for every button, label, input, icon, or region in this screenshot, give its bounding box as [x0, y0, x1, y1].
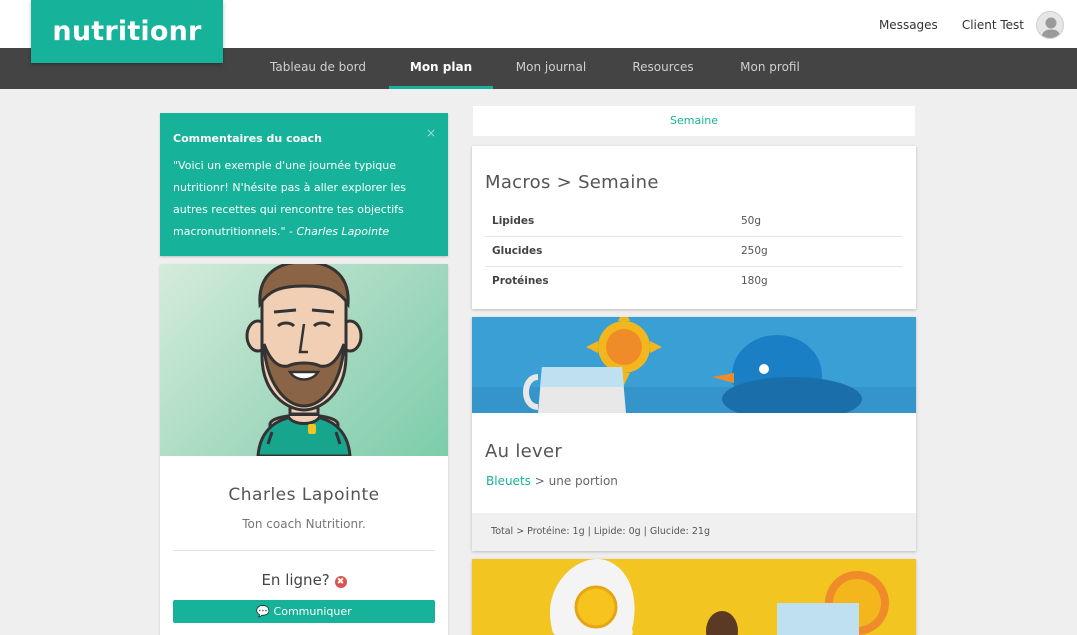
- meal-card: [472, 559, 916, 635]
- coach-avatar: [160, 264, 448, 456]
- meal-image: [472, 559, 916, 635]
- table-row: Protéines 180g: [485, 266, 902, 296]
- communicate-label: Communiquer: [273, 605, 352, 618]
- coach-subtitle: Ton coach Nutritionr.: [242, 517, 366, 531]
- close-icon[interactable]: ×: [426, 126, 436, 140]
- messages-link[interactable]: Messages: [879, 18, 938, 32]
- coach-comment-text: "Voici un exemple d'une journée typique …: [173, 155, 435, 243]
- meal-card: Au lever Bleuets > une portion Total > P…: [472, 317, 916, 551]
- online-status-label: En ligne?: [261, 571, 330, 589]
- chevron-right-icon: >: [534, 474, 545, 488]
- online-status: En ligne? ✖: [160, 571, 448, 589]
- nav-mon-journal[interactable]: Mon journal: [493, 48, 609, 89]
- tab-semaine[interactable]: Semaine: [473, 106, 915, 136]
- table-row: Lipides 50g: [485, 206, 902, 237]
- logo-text: nutritionr: [52, 16, 202, 47]
- food-portion: une portion: [548, 474, 618, 488]
- table-row: Glucides 250g: [485, 236, 902, 267]
- nav-resources[interactable]: Resources: [609, 48, 717, 89]
- user-name-link[interactable]: Client Test: [962, 18, 1024, 32]
- meal-title: Au lever: [485, 441, 563, 462]
- divider: [173, 550, 435, 551]
- macro-name: Protéines: [492, 275, 549, 288]
- meal-item: Bleuets > une portion: [486, 474, 618, 488]
- coach-comment-title: Commentaires du coach: [173, 132, 322, 145]
- nav-tableau-de-bord[interactable]: Tableau de bord: [247, 48, 389, 89]
- coach-name: Charles Lapointe: [228, 485, 380, 505]
- meal-image: [472, 317, 916, 413]
- coach-signature: Charles Lapointe: [296, 225, 390, 238]
- top-bar: nutritionr Messages Client Test: [0, 0, 1077, 63]
- macro-name: Lipides: [485, 206, 741, 237]
- macro-value: 180g: [741, 275, 768, 288]
- coach-card: Charles Lapointe Ton coach Nutritionr. E…: [160, 264, 448, 635]
- nav-mon-profil[interactable]: Mon profil: [717, 48, 823, 89]
- user-menu: Messages Client Test: [879, 11, 1064, 39]
- macros-title: Macros > Semaine: [485, 172, 659, 193]
- coach-comment-box: × Commentaires du coach "Voici un exempl…: [160, 113, 448, 256]
- macro-value: 50g: [741, 206, 902, 237]
- macros-card: Macros > Semaine Lipides 50g Glucides 25…: [472, 146, 916, 309]
- macros-table: Lipides 50g Glucides 250g Protéines 180g: [485, 206, 902, 296]
- macro-value: 250g: [741, 236, 902, 267]
- communicate-button[interactable]: 💬 Communiquer: [173, 600, 435, 623]
- meal-total: Total > Protéine: 1g | Lipide: 0g | Gluc…: [472, 513, 916, 551]
- macro-name: Glucides: [485, 236, 741, 267]
- food-link[interactable]: Bleuets: [486, 474, 531, 488]
- logo[interactable]: nutritionr: [31, 0, 223, 63]
- nav-mon-plan[interactable]: Mon plan: [389, 48, 493, 89]
- user-avatar-icon[interactable]: [1036, 11, 1064, 39]
- offline-icon: ✖: [334, 576, 347, 588]
- chat-icon: 💬: [256, 605, 271, 618]
